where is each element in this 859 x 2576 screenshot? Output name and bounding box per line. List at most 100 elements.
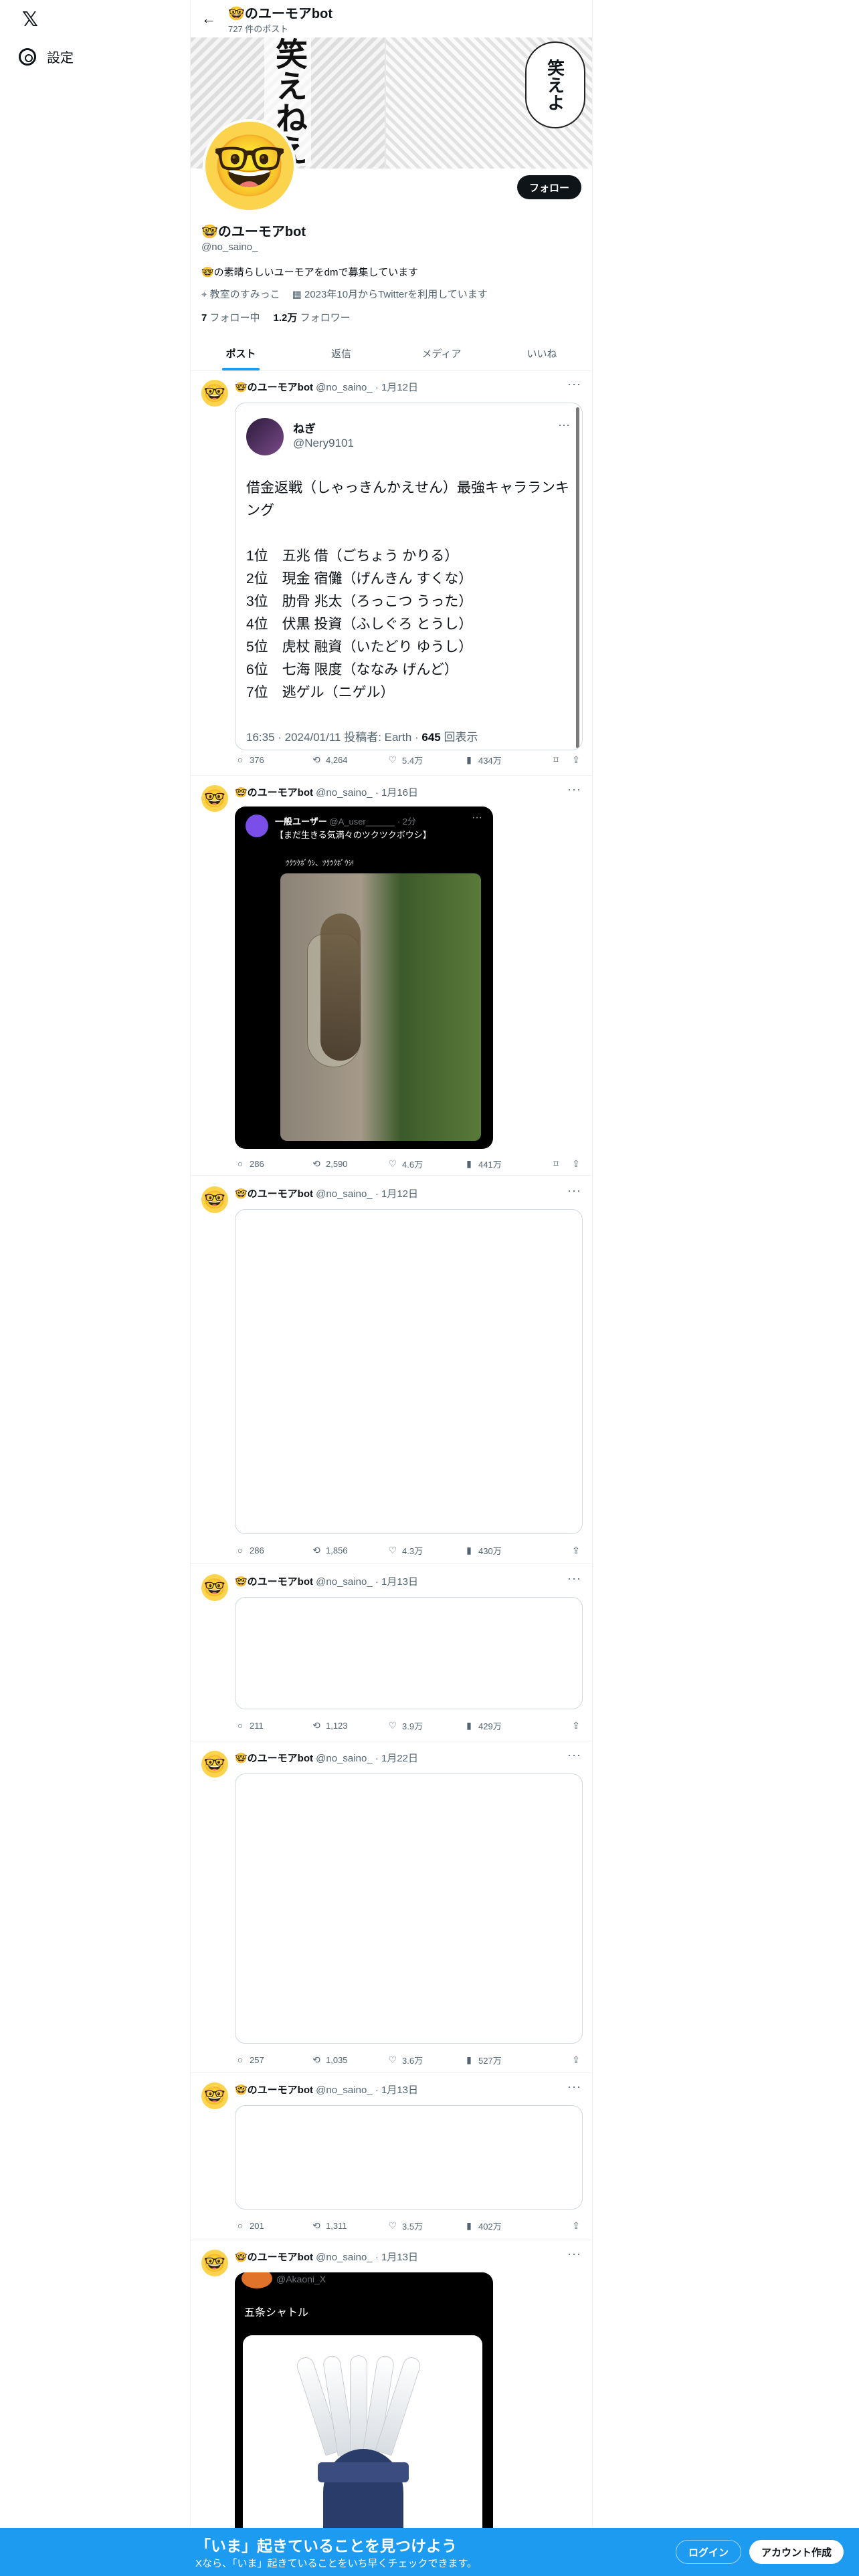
tweet[interactable]: 🤓 🤓のユーモアbot @no_saino_ · 1月22日 ··· ○ 257 … xyxy=(191,1743,592,2073)
share-icon[interactable]: ⇪ xyxy=(571,754,581,765)
tweet-handle[interactable]: @no_saino_ xyxy=(316,2252,372,2263)
reply-button[interactable]: ○ 201 xyxy=(235,2220,311,2231)
tweet-handle[interactable]: @no_saino_ xyxy=(316,1188,372,1200)
views-button[interactable]: ▮ 441万 xyxy=(464,1158,540,1170)
more-options-icon[interactable]: ··· xyxy=(567,377,581,391)
tweet-date[interactable]: · 1月13日 xyxy=(375,2252,418,2263)
more-options-icon[interactable]: ··· xyxy=(567,1572,581,1586)
reply-button[interactable]: ○ 257 xyxy=(235,2054,311,2065)
signup-button[interactable]: アカウント作成 xyxy=(749,2540,844,2564)
tweet-author[interactable]: 🤓のユーモアbot xyxy=(235,1188,313,1200)
x-logo-icon[interactable]: 𝕏 xyxy=(19,8,41,31)
more-options-icon[interactable]: ··· xyxy=(567,1184,581,1198)
tweet-author[interactable]: 🤓のユーモアbot xyxy=(235,1753,313,1764)
tweet-avatar[interactable]: 🤓 xyxy=(201,1751,228,1778)
views-button[interactable]: ▮ 527万 xyxy=(464,2054,540,2066)
tweet[interactable]: 🤓 🤓のユーモアbot @no_saino_ · 1月13日 ··· ○ 211 … xyxy=(191,1566,592,1741)
followers-label: フォロワー xyxy=(300,312,351,324)
tweet-media-placeholder[interactable] xyxy=(235,1597,583,1709)
tweet-media-placeholder[interactable] xyxy=(235,1209,583,1534)
like-button[interactable]: ♡ 4.6万 xyxy=(387,1158,464,1170)
bookmark-icon[interactable]: ⌑ xyxy=(551,1158,561,1169)
tweet-handle[interactable]: @no_saino_ xyxy=(316,2084,372,2096)
tweet-handle[interactable]: @no_saino_ xyxy=(316,1753,372,1764)
tab-replies[interactable]: 返信 xyxy=(291,336,391,370)
tweet-date[interactable]: · 1月22日 xyxy=(375,1753,418,1764)
tweet-author[interactable]: 🤓のユーモアbot xyxy=(235,382,313,393)
tweet-date[interactable]: · 1月12日 xyxy=(375,382,418,393)
quoted-scrollbar[interactable] xyxy=(576,407,579,748)
like-icon: ♡ xyxy=(388,2054,397,2065)
tweet-avatar[interactable]: 🤓 xyxy=(201,2250,228,2276)
tweet[interactable]: 🤓 🤓のユーモアbot @no_saino_ · 1月13日 ··· @Akao… xyxy=(191,2242,592,2576)
reply-button[interactable]: ○ 286 xyxy=(235,1545,311,1555)
retweet-button[interactable]: ⟲ 2,590 xyxy=(311,1158,387,1169)
quoted-avatar[interactable] xyxy=(246,418,284,455)
login-button[interactable]: ログイン xyxy=(676,2540,742,2564)
back-arrow-icon[interactable]: ← xyxy=(201,10,228,27)
share-icon[interactable]: ⇪ xyxy=(571,1158,581,1169)
like-button[interactable]: ♡ 3.6万 xyxy=(387,2054,464,2066)
views-button[interactable]: ▮ 402万 xyxy=(464,2220,540,2232)
tweet-date[interactable]: · 1月13日 xyxy=(375,1576,418,1588)
quoted-more-icon[interactable]: ··· xyxy=(558,418,570,432)
like-button[interactable]: ♡ 3.5万 xyxy=(387,2220,464,2232)
follow-button[interactable]: フォロー xyxy=(516,175,581,199)
tweet-avatar[interactable]: 🤓 xyxy=(201,1574,228,1601)
bookmark-icon[interactable]: ⌑ xyxy=(551,754,561,765)
tweet-handle[interactable]: @no_saino_ xyxy=(316,1576,372,1588)
tweet-avatar[interactable]: 🤓 xyxy=(201,380,228,407)
profile-bio: 🤓の素晴らしいユーモアをdmで募集しています xyxy=(201,267,419,278)
tweet-media-placeholder[interactable] xyxy=(235,1774,583,2044)
tweet[interactable]: 🤓 🤓のユーモアbot @no_saino_ · 1月12日 ··· ねぎ @N… xyxy=(191,372,592,776)
tweet-handle[interactable]: @no_saino_ xyxy=(316,382,372,393)
more-options-icon[interactable]: ··· xyxy=(567,2247,581,2261)
tab-posts[interactable]: ポスト xyxy=(191,336,291,370)
views-button[interactable]: ▮ 429万 xyxy=(464,1719,540,1732)
like-button[interactable]: ♡ 5.4万 xyxy=(387,754,464,766)
reply-button[interactable]: ○ 211 xyxy=(235,1720,311,1731)
more-options-icon[interactable]: ··· xyxy=(567,2080,581,2094)
retweet-button[interactable]: ⟲ 1,856 xyxy=(311,1545,387,1555)
tweet-author[interactable]: 🤓のユーモアbot xyxy=(235,787,313,798)
tweet[interactable]: 🤓 🤓のユーモアbot @no_saino_ · 1月13日 ··· ○ 201 … xyxy=(191,2074,592,2240)
tab-likes[interactable]: いいね xyxy=(492,336,592,370)
tweet[interactable]: 🤓 🤓のユーモアbot @no_saino_ · 1月16日 ··· 一般ユーザ… xyxy=(191,777,592,1176)
more-options-icon[interactable]: ··· xyxy=(567,1748,581,1762)
reply-button[interactable]: ○ 286 xyxy=(235,1158,311,1169)
tab-media[interactable]: メディア xyxy=(391,336,492,370)
tweet-author[interactable]: 🤓のユーモアbot xyxy=(235,2252,313,2263)
retweet-button[interactable]: ⟲ 1,311 xyxy=(311,2220,387,2231)
followers-link[interactable]: 1.2万 フォロワー xyxy=(274,310,351,324)
profile-avatar[interactable]: 🤓 xyxy=(203,119,296,213)
more-options-icon[interactable]: ··· xyxy=(567,782,581,796)
tweet-handle[interactable]: @no_saino_ xyxy=(316,787,372,798)
tweet-author[interactable]: 🤓のユーモアbot xyxy=(235,1576,313,1588)
tweet-author[interactable]: 🤓のユーモアbot xyxy=(235,2084,313,2096)
share-icon[interactable]: ⇪ xyxy=(571,1720,581,1731)
share-icon[interactable]: ⇪ xyxy=(571,2054,581,2065)
tweet-date[interactable]: · 1月16日 xyxy=(375,787,418,798)
tweet-media-placeholder[interactable] xyxy=(235,2105,583,2210)
tweet-avatar[interactable]: 🤓 xyxy=(201,2082,228,2109)
views-button[interactable]: ▮ 434万 xyxy=(464,754,540,766)
retweet-button[interactable]: ⟲ 1,123 xyxy=(311,1720,387,1731)
tweet-image-card[interactable]: 一般ユーザー @A_user______ · 2分 ··· 【まだ生きる気満々の… xyxy=(235,807,493,1149)
retweet-button[interactable]: ⟲ 1,035 xyxy=(311,2054,387,2065)
tweet-avatar[interactable]: 🤓 xyxy=(201,1186,228,1213)
share-icon[interactable]: ⇪ xyxy=(571,2220,581,2231)
reply-button[interactable]: ○ 376 xyxy=(235,754,311,765)
following-link[interactable]: 7 フォロー中 xyxy=(201,310,260,324)
like-button[interactable]: ♡ 3.9万 xyxy=(387,1719,464,1732)
share-icon[interactable]: ⇪ xyxy=(571,1545,581,1555)
nav-settings-link[interactable]: 設定 xyxy=(19,47,74,66)
tweet-date[interactable]: · 1月13日 xyxy=(375,2084,418,2096)
like-button[interactable]: ♡ 4.3万 xyxy=(387,1544,464,1557)
tweet-avatar[interactable]: 🤓 xyxy=(201,785,228,812)
views-button[interactable]: ▮ 430万 xyxy=(464,1544,540,1557)
retweet-button[interactable]: ⟲ 4,264 xyxy=(311,754,387,765)
tweet[interactable]: 🤓 🤓のユーモアbot @no_saino_ · 1月12日 ··· ○ 286 … xyxy=(191,1178,592,1564)
quoted-tweet-card[interactable]: ねぎ @Nery9101 ··· 借金返戦（しゃっきんかえせん）最強キャラランキ… xyxy=(235,403,583,750)
tweet-date[interactable]: · 1月12日 xyxy=(375,1188,418,1200)
tweet-actions: ○ 257 ⟲ 1,035 ♡ 3.6万 ▮ 527万 ⇪ xyxy=(235,2053,581,2066)
